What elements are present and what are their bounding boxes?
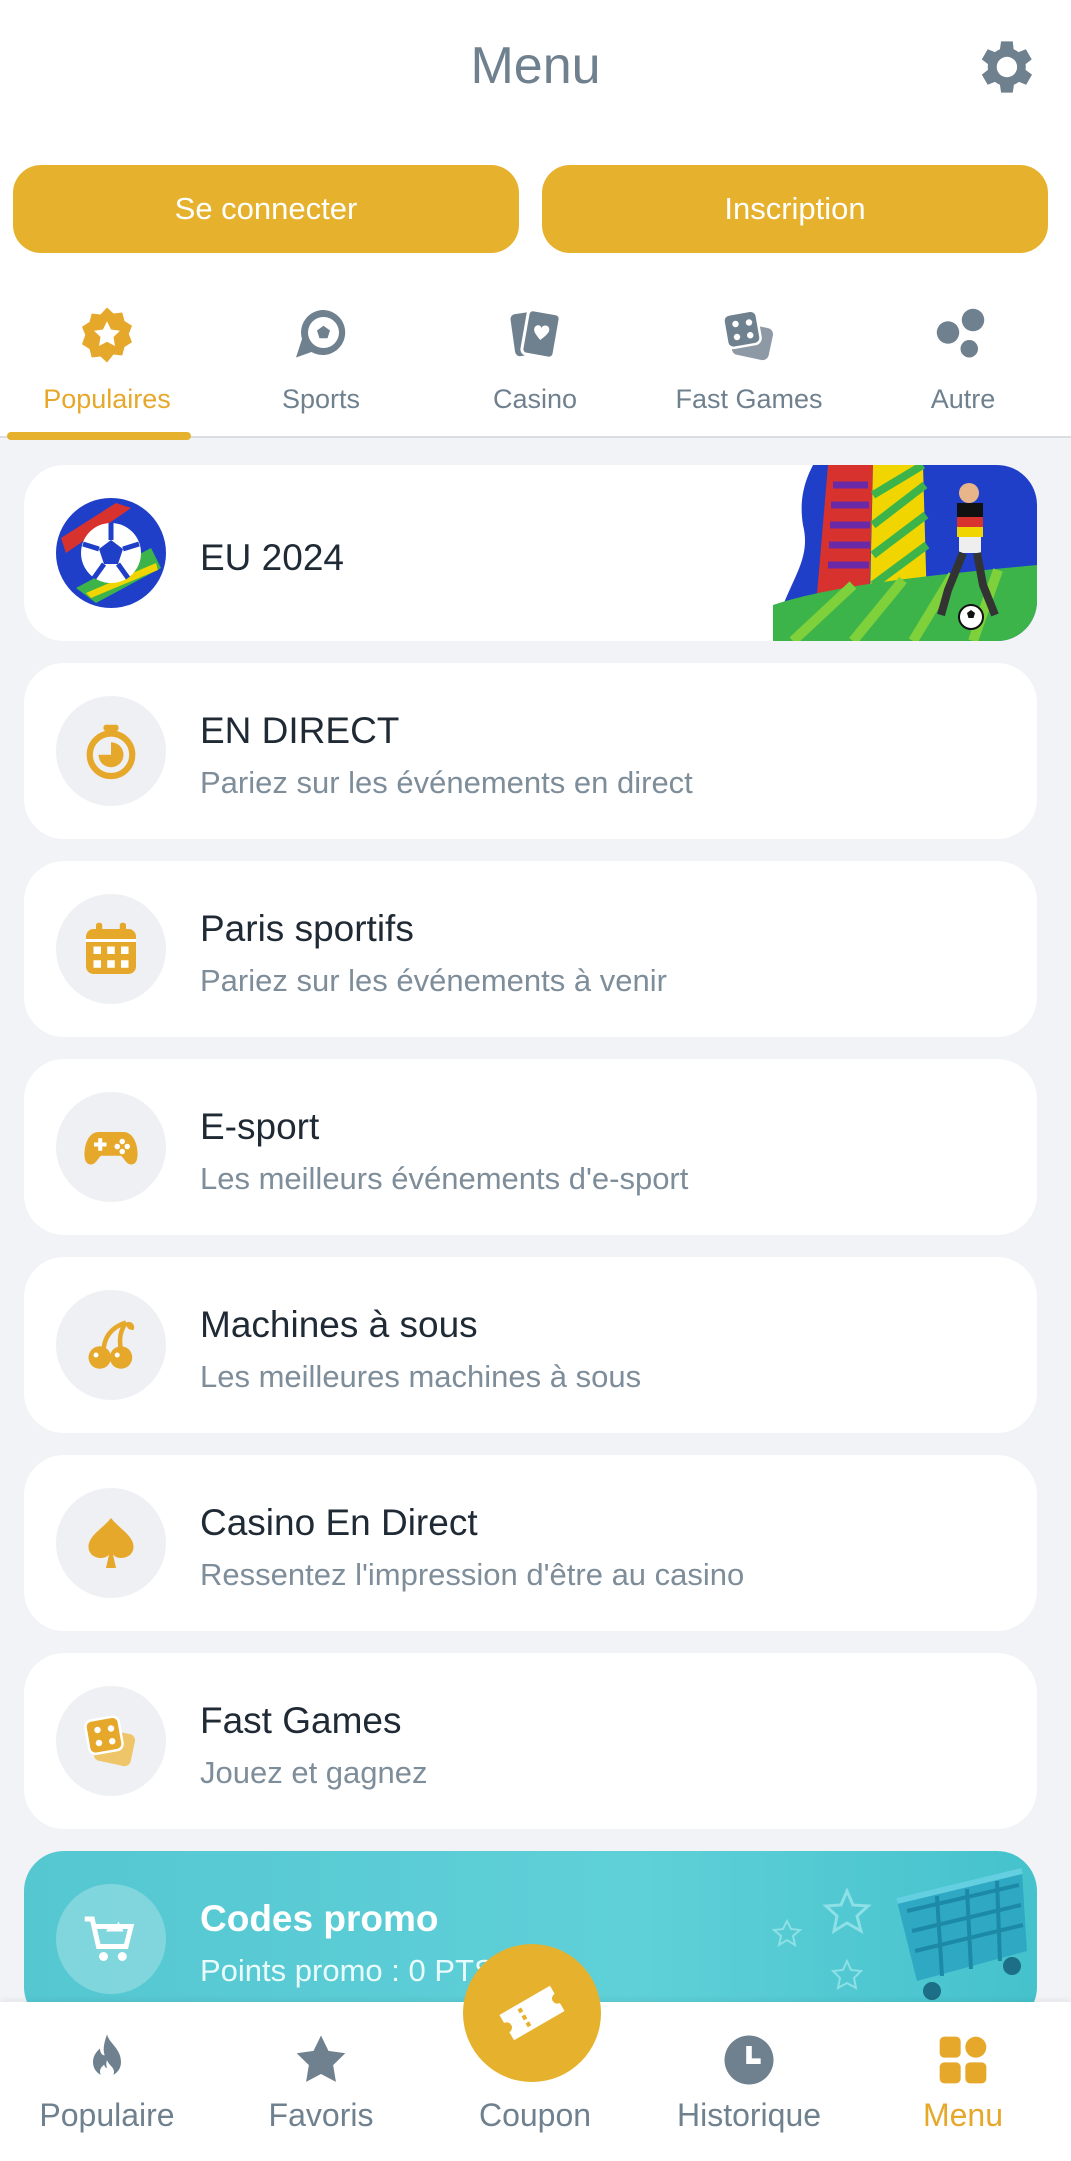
flame-icon [93, 2034, 121, 2079]
menu-item-title: Fast Games [200, 1700, 402, 1741]
cherries-icon [88, 1320, 135, 1369]
tab-label: Casino [492, 384, 578, 414]
menu-item-en-direct[interactable]: EN DIRECT Pariez sur les événements en d… [24, 663, 1037, 839]
ticket-icon [499, 1985, 565, 2041]
clock-icon [724, 2035, 774, 2085]
category-tabs: Populaires Sports Casino Fast Games Autr… [0, 270, 1071, 440]
menu-item-title: Machines à sous [200, 1304, 478, 1345]
menu-item-eu-2024[interactable]: EU 2024 [24, 465, 1037, 641]
menu-item-title: E-sport [200, 1106, 320, 1147]
menu-item-subtitle: Les meilleures machines à sous [200, 1359, 642, 1394]
spade-icon [88, 1518, 134, 1568]
nav-label: Menu [922, 2097, 1004, 2133]
menu-item-title: EU 2024 [200, 537, 344, 578]
nav-historique[interactable]: Historique [642, 2002, 856, 2161]
gamepad-icon [84, 1132, 138, 1165]
tab-label: Populaires [43, 384, 171, 414]
tab-fast-games[interactable]: Fast Games [642, 270, 856, 436]
menu-item-title: Paris sportifs [200, 908, 414, 949]
nav-populaire[interactable]: Populaire [0, 2002, 214, 2161]
icon-circle [56, 1092, 166, 1202]
app-header: Menu [0, 0, 1071, 140]
tab-autre[interactable]: Autre [856, 270, 1070, 436]
eu-2024-ball-icon [56, 498, 166, 608]
login-button[interactable]: Se connecter [13, 165, 519, 253]
menu-item-casino-en-direct[interactable]: Casino En Direct Ressentez l'impression … [24, 1455, 1037, 1631]
tab-populaires[interactable]: Populaires [0, 270, 214, 440]
basket-illustration [771, 1868, 1027, 2000]
icon-circle [56, 894, 166, 1004]
nav-label: Coupon [478, 2097, 592, 2133]
tab-label: Fast Games [675, 384, 823, 414]
menu-item-title: EN DIRECT [200, 710, 400, 751]
menu-item-subtitle: Jouez et gagnez [200, 1755, 428, 1790]
signup-button[interactable]: Inscription [542, 165, 1048, 253]
menu-item-paris-sportifs[interactable]: Paris sportifs Pariez sur les événements… [24, 861, 1037, 1037]
dice-icon [722, 309, 774, 361]
menu-item-title: Casino En Direct [200, 1502, 478, 1543]
star-icon [296, 2035, 346, 2082]
nav-label: Populaire [39, 2097, 175, 2133]
calendar-icon [86, 922, 136, 974]
menu-item-subtitle: Ressentez l'impression d'être au casino [200, 1557, 745, 1592]
page-title: Menu [470, 37, 601, 95]
nav-label: Historique [676, 2097, 822, 2133]
icon-circle [56, 1686, 166, 1796]
soccer-ball-icon [296, 310, 346, 358]
tab-label: Autre [930, 384, 996, 414]
promo-title: Codes promo [200, 1898, 439, 1939]
icon-circle [56, 1884, 166, 1994]
coupon-button[interactable] [463, 1944, 601, 2082]
menu-item-machines-a-sous[interactable]: Machines à sous Les meilleures machines … [24, 1257, 1037, 1433]
gear-icon[interactable] [969, 32, 1039, 102]
star-badge-icon [82, 307, 132, 363]
tab-label: Sports [281, 384, 361, 414]
stopwatch-icon [86, 724, 136, 780]
menu-item-subtitle: Pariez sur les événements en direct [200, 765, 693, 800]
promo-points: Points promo : 0 PTS [200, 1953, 495, 1988]
eu-2024-banner-image [773, 465, 1037, 641]
nav-favoris[interactable]: Favoris [214, 2002, 428, 2161]
active-tab-indicator [7, 432, 191, 440]
tab-sports[interactable]: Sports [214, 270, 428, 436]
playing-card-icon [510, 308, 562, 360]
bubbles-icon [936, 308, 985, 358]
icon-circle [56, 1290, 166, 1400]
tab-casino[interactable]: Casino [428, 270, 642, 436]
menu-item-fast-games[interactable]: Fast Games Jouez et gagnez [24, 1653, 1037, 1829]
auth-bar: Se connecter Inscription [0, 140, 1071, 270]
nav-label: Favoris [268, 2097, 374, 2133]
icon-circle [56, 1488, 166, 1598]
grid-icon [939, 2036, 987, 2084]
menu-item-subtitle: Pariez sur les événements à venir [200, 963, 667, 998]
menu-item-e-sport[interactable]: E-sport Les meilleurs événements d'e-spo… [24, 1059, 1037, 1235]
dice-icon [84, 1715, 136, 1767]
menu-item-subtitle: Les meilleurs événements d'e-sport [200, 1161, 689, 1196]
icon-circle [56, 696, 166, 806]
nav-menu[interactable]: Menu [856, 2002, 1070, 2161]
cart-icon [84, 1916, 135, 1961]
